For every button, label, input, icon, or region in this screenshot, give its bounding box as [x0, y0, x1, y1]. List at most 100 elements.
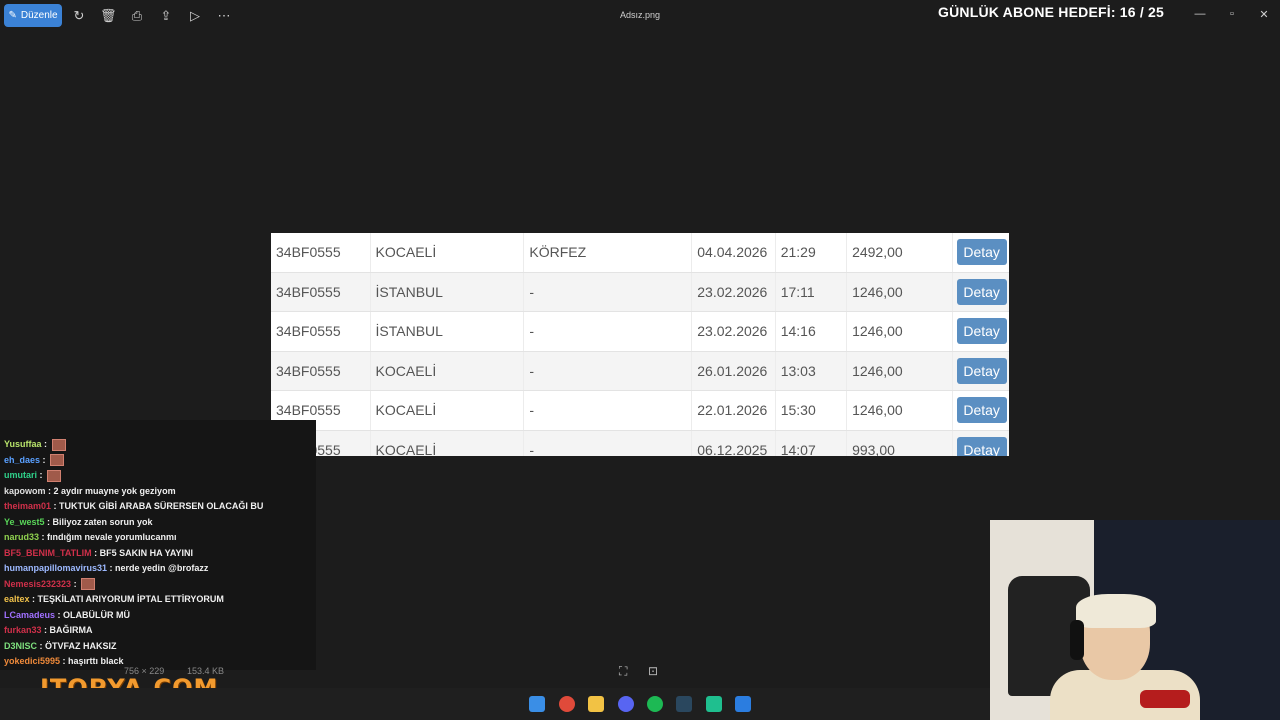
minimize-icon[interactable]: —: [1193, 8, 1207, 20]
cell-amount: 2492,00: [846, 233, 953, 273]
chat-username[interactable]: Yusuffaa: [4, 439, 42, 449]
chrome-icon[interactable]: [559, 696, 575, 712]
stream-chat-overlay: Yusuffaa : eh_daes : umutari : kapowom :…: [0, 420, 316, 670]
detail-button[interactable]: Detay: [956, 239, 1007, 266]
chat-emote-icon: [81, 578, 96, 591]
chat-username[interactable]: eh_daes: [4, 455, 40, 465]
cell-amount: 993,00: [846, 430, 953, 456]
chat-message: Yusuffaa :: [4, 437, 66, 451]
headset-icon: [1070, 620, 1084, 660]
fine-records-table-image: 34BF0555 KOCAELİ KÖRFEZ 04.04.2026 21:29 2492…: [271, 233, 1009, 456]
cell-time: 21:29: [775, 233, 848, 273]
chat-text: haşırttı black: [68, 656, 124, 666]
chat-separator: :: [41, 439, 50, 449]
chat-username[interactable]: umutari: [4, 470, 37, 480]
chat-text: nerde yedin @brofazz: [115, 563, 209, 573]
chat-message: BF5_BENIM_TATLIM : BF5 SAKIN HA YAYINI: [4, 546, 193, 560]
cell-action: Detay: [952, 351, 1009, 391]
chat-separator: :: [91, 547, 100, 558]
chat-separator: :: [37, 640, 46, 651]
cell-city: KOCAELİ: [370, 430, 525, 456]
chat-message: kapowom : 2 aydır muayne yok geziyom: [4, 484, 176, 498]
table-row: 34BF0555 İSTANBUL -23.02.2026 14:16 1246,00 D…: [271, 311, 1009, 352]
chat-username[interactable]: yokedici5995: [4, 656, 60, 666]
table-row: 34BF0555KOCAELİ-06.12.202514:07993,00Det…: [271, 430, 1009, 456]
chat-username[interactable]: narud33: [4, 532, 39, 542]
chat-separator: :: [60, 656, 69, 666]
photos-icon[interactable]: [735, 696, 751, 712]
detail-button[interactable]: Detay: [956, 436, 1007, 456]
cell-time: 14:16: [775, 311, 848, 352]
fine-records-table: 34BF0555 KOCAELİ KÖRFEZ 04.04.2026 21:29 2492…: [271, 233, 1009, 456]
chat-message: theimam01 : TUKTUK GİBİ ARABA SÜRERSEN O…: [4, 499, 263, 513]
cell-city: İSTANBUL: [370, 272, 525, 312]
chat-separator: :: [107, 563, 116, 573]
chat-text: OLABÜLÜR MÜ: [63, 609, 131, 620]
cell-time: 14:07: [775, 430, 848, 456]
chat-message: narud33 : fındığım nevale yorumlucanmı: [4, 530, 177, 544]
steam-icon[interactable]: [676, 696, 692, 712]
webcam-feed: [990, 520, 1280, 720]
chat-separator: :: [55, 609, 64, 620]
fit-screen-icon[interactable]: ⛶: [619, 664, 627, 679]
chat-text: BF5 SAKIN HA YAYINI: [99, 547, 194, 558]
close-icon[interactable]: ✕: [1257, 8, 1271, 21]
chat-emote-icon: [50, 454, 65, 467]
microphone-icon: [1140, 690, 1190, 708]
chat-separator: :: [51, 501, 60, 511]
cell-date: 04.04.2026: [691, 233, 776, 273]
chat-separator: :: [71, 578, 80, 589]
cell-action: Detay: [952, 390, 1009, 431]
chat-username[interactable]: kapowom: [4, 486, 46, 496]
chat-username[interactable]: humanpapillomavirus31: [4, 563, 107, 573]
chat-username[interactable]: BF5_BENIM_TATLIM: [4, 548, 92, 558]
cell-time: 15:30: [775, 390, 848, 431]
chat-message: Ye_west5 : Biliyoz zaten sorun yok: [4, 515, 153, 529]
chat-text: TUKTUK GİBİ ARABA SÜRERSEN OLACAĞI BU: [59, 501, 264, 511]
chat-message: LCamadeus : OLABÜLÜR MÜ: [4, 608, 130, 622]
cell-date: 23.02.2026: [691, 311, 776, 352]
cell-action: Detay: [952, 233, 1009, 273]
detail-button[interactable]: Detay: [956, 278, 1007, 305]
chat-separator: :: [40, 454, 49, 465]
chat-separator: :: [39, 532, 48, 542]
chat-username[interactable]: D3NISC: [4, 641, 37, 651]
spotify-icon[interactable]: [647, 696, 663, 712]
maximize-icon[interactable]: ▫: [1225, 8, 1239, 20]
cell-district: KÖRFEZ: [523, 233, 693, 273]
cell-amount: 1246,00: [846, 390, 953, 431]
windows-start-icon[interactable]: [529, 696, 545, 712]
cell-plate: 34BF0555: [271, 311, 371, 352]
cell-district: -: [523, 390, 693, 431]
app-icon[interactable]: [706, 696, 722, 712]
chat-username[interactable]: Ye_west5: [4, 517, 45, 527]
cell-plate: 34BF0555: [271, 233, 371, 273]
file-explorer-icon[interactable]: [588, 696, 604, 712]
chat-username[interactable]: theimam01: [4, 501, 51, 511]
chat-username[interactable]: ealtex: [4, 594, 30, 604]
cell-time: 17:11: [775, 272, 848, 312]
chat-text: 2 aydır muayne yok geziyom: [53, 485, 176, 496]
detail-button[interactable]: Detay: [956, 318, 1007, 345]
chat-username[interactable]: Nemesis232323: [4, 579, 71, 589]
detail-button[interactable]: Detay: [956, 397, 1007, 424]
chat-username[interactable]: LCamadeus: [4, 610, 55, 620]
cell-plate: 34BF0555: [271, 272, 371, 312]
chat-username[interactable]: furkan33: [4, 625, 42, 635]
chat-message: humanpapillomavirus31 : nerde yedin @bro…: [4, 561, 208, 575]
detail-button[interactable]: Detay: [956, 357, 1007, 384]
chat-message: Nemesis232323 :: [4, 577, 96, 591]
table-row: 34BF0555 KOCAELİ -26.01.2026 13:03 1246,00 De…: [271, 351, 1009, 391]
cell-city: KOCAELİ: [370, 351, 525, 391]
cell-action: Detay: [952, 272, 1009, 312]
chat-text: ÖTVFAZ HAKSIZ: [45, 640, 117, 651]
chat-message: yokedici5995 : haşırttı black: [4, 654, 124, 668]
chat-separator: :: [29, 594, 38, 604]
cell-district: -: [523, 430, 693, 456]
cell-date: 22.01.2026: [691, 390, 776, 431]
chat-message: eh_daes :: [4, 453, 65, 467]
discord-icon[interactable]: [618, 696, 634, 712]
actual-size-icon[interactable]: ⊡: [648, 664, 658, 678]
cell-amount: 1246,00: [846, 311, 953, 352]
cell-action: Detay: [952, 430, 1009, 456]
